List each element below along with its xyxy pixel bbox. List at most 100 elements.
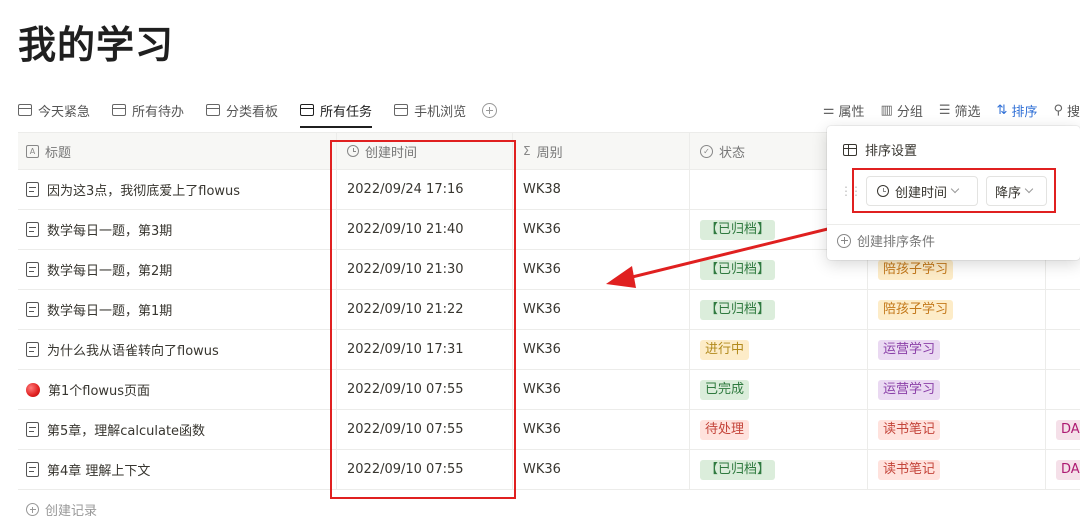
title-cell[interactable]: 因为这3点，我彻底爱上了flowus — [18, 170, 337, 209]
extra-cell[interactable] — [1046, 290, 1080, 329]
extra-badge: DA — [1056, 419, 1080, 440]
sort-label: 排序 — [1011, 104, 1038, 120]
category-cell[interactable]: 读书笔记 — [868, 450, 1046, 489]
week-value: WK36 — [523, 222, 561, 237]
column-header-title[interactable]: A 标题 — [18, 133, 337, 169]
extra-cell[interactable] — [1046, 330, 1080, 369]
status-badge: 【已归档】 — [700, 259, 776, 280]
tab-label: 手机浏览 — [414, 104, 467, 120]
title-cell[interactable]: 为什么我从语雀转向了flowus — [18, 330, 337, 369]
table-icon — [843, 143, 857, 156]
table-row[interactable]: 为什么我从语雀转向了flowus 2022/09/10 17:31 WK36 进… — [18, 330, 1080, 370]
add-record-label: 创建记录 — [45, 504, 98, 516]
group-button[interactable]: ▥ 分组 — [881, 101, 923, 120]
text-type-icon: A — [26, 144, 39, 158]
extra-cell[interactable]: DA — [1046, 450, 1080, 489]
title-cell[interactable]: 第4章 理解上下文 — [18, 450, 337, 489]
week-cell: WK36 — [513, 210, 690, 249]
row-title: 第1个flowus页面 — [48, 384, 151, 399]
category-badge: 陪孩子学习 — [878, 299, 954, 320]
row-title: 数学每日一题，第1期 — [47, 304, 173, 319]
category-cell[interactable]: 运营学习 — [868, 370, 1046, 409]
column-label: 标题 — [45, 145, 72, 161]
column-header-week[interactable]: Σ 周别 — [513, 133, 690, 169]
category-cell[interactable]: 陪孩子学习 — [868, 290, 1046, 329]
week-cell: WK36 — [513, 450, 690, 489]
tab-today-urgent[interactable]: 今天紧急 — [18, 96, 90, 124]
document-icon — [26, 462, 39, 477]
week-cell: WK36 — [513, 330, 690, 369]
week-value: WK36 — [523, 262, 561, 277]
plus-circle-icon — [837, 233, 851, 248]
filter-label: 筛选 — [954, 104, 981, 120]
sort-panel-title: 排序设置 — [843, 140, 917, 159]
category-badge: 运营学习 — [878, 339, 941, 360]
document-icon — [26, 302, 39, 317]
add-view-icon[interactable] — [482, 102, 498, 118]
category-cell[interactable]: 运营学习 — [868, 330, 1046, 369]
group-label: 分组 — [896, 104, 923, 120]
list-icon — [394, 104, 409, 116]
document-icon — [26, 262, 39, 277]
sort-arrows-icon: ⇅ — [996, 102, 1008, 118]
search-button[interactable]: ⚲ 搜 — [1053, 101, 1080, 120]
tab-all-tasks[interactable]: 所有任务 — [300, 96, 373, 128]
tab-label: 今天紧急 — [38, 104, 91, 120]
week-value: WK36 — [523, 422, 561, 437]
columns-icon: ▥ — [880, 102, 893, 118]
status-cell[interactable]: 待处理 — [690, 410, 868, 449]
tab-label: 分类看板 — [226, 104, 279, 120]
title-cell[interactable]: 第1个flowus页面 — [18, 370, 337, 409]
tab-category-board[interactable]: 分类看板 — [206, 96, 278, 124]
highlight-box-created-column — [330, 140, 516, 499]
week-cell: WK36 — [513, 410, 690, 449]
week-value: WK36 — [523, 462, 561, 477]
status-cell[interactable]: 进行中 — [690, 330, 868, 369]
table-row[interactable]: 数学每日一题，第1期 2022/09/10 21:22 WK36 【已归档】 陪… — [18, 290, 1080, 330]
title-cell[interactable]: 数学每日一题，第2期 — [18, 250, 337, 289]
week-cell: WK38 — [513, 170, 690, 209]
table-row[interactable]: 第5章，理解calculate函数 2022/09/10 07:55 WK36 … — [18, 410, 1080, 450]
category-badge: 运营学习 — [878, 379, 941, 400]
status-cell[interactable]: 【已归档】 — [690, 450, 868, 489]
table-icon — [18, 104, 32, 116]
status-badge: 待处理 — [700, 419, 750, 440]
sort-button[interactable]: ⇅ 排序 — [997, 101, 1038, 120]
week-value: WK36 — [523, 382, 561, 397]
extra-cell[interactable] — [1046, 370, 1080, 409]
search-icon: ⚲ — [1053, 102, 1063, 118]
status-badge: 【已归档】 — [700, 299, 776, 320]
add-sort-condition-button[interactable]: 创建排序条件 — [837, 231, 935, 250]
row-title: 第4章 理解上下文 — [47, 464, 151, 479]
title-cell[interactable]: 数学每日一题，第3期 — [18, 210, 337, 249]
week-cell: WK36 — [513, 250, 690, 289]
status-cell[interactable]: 已完成 — [690, 370, 868, 409]
table-row[interactable]: 第1个flowus页面 2022/09/10 07:55 WK36 已完成 运营… — [18, 370, 1080, 410]
category-cell[interactable]: 读书笔记 — [868, 410, 1046, 449]
divider — [827, 224, 1080, 225]
status-cell[interactable]: 【已归档】 — [690, 290, 868, 329]
extra-cell[interactable]: DA — [1046, 410, 1080, 449]
tab-mobile-view[interactable]: 手机浏览 — [394, 96, 466, 124]
document-icon — [26, 222, 39, 237]
filter-button[interactable]: ☰ 筛选 — [939, 101, 981, 120]
table-icon — [112, 104, 127, 116]
tab-all-todos[interactable]: 所有待办 — [112, 96, 184, 124]
plus-circle-icon — [26, 503, 39, 516]
week-value: WK38 — [523, 182, 561, 197]
row-title: 因为这3点，我彻底爱上了flowus — [47, 184, 241, 199]
title-cell[interactable]: 数学每日一题，第1期 — [18, 290, 337, 329]
view-toolbar: ⚌ 属性 ▥ 分组 ☰ 筛选 ⇅ 排序 ⚲ 搜 — [823, 96, 1080, 124]
status-badge: 【已归档】 — [700, 219, 776, 240]
check-circle-icon: ✓ — [700, 144, 713, 158]
table-row[interactable]: 第4章 理解上下文 2022/09/10 07:55 WK36 【已归档】 读书… — [18, 450, 1080, 490]
row-title: 数学每日一题，第2期 — [47, 264, 173, 279]
search-label: 搜 — [1066, 104, 1080, 120]
tab-label: 所有待办 — [132, 104, 185, 120]
category-badge: 陪孩子学习 — [878, 259, 954, 280]
status-badge: 已完成 — [700, 379, 750, 400]
properties-button[interactable]: ⚌ 属性 — [823, 101, 865, 120]
tab-label: 所有任务 — [320, 104, 373, 120]
add-record-button[interactable]: 创建记录 — [26, 500, 97, 516]
title-cell[interactable]: 第5章，理解calculate函数 — [18, 410, 337, 449]
